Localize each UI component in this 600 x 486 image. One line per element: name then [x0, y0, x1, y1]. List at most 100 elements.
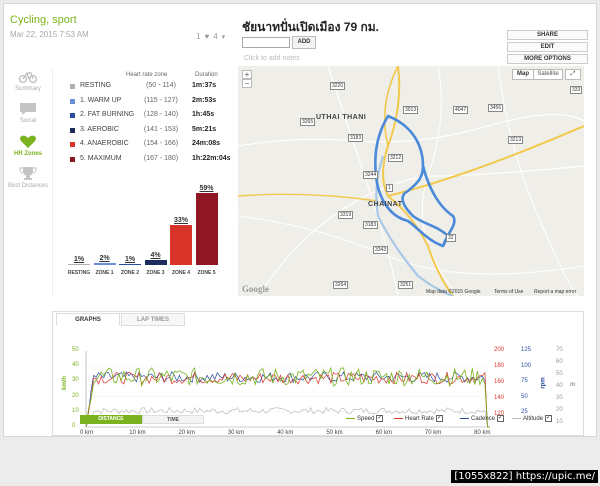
- zone-bar-label: ZONE 4: [171, 270, 191, 276]
- zone-range: (167 - 180): [143, 154, 179, 162]
- x-tick-label: 70 km: [424, 430, 442, 436]
- zone-range: (154 - 166): [143, 140, 179, 147]
- heart-rate-tick-label: 180: [494, 363, 505, 369]
- terms-link[interactable]: Terms of Use: [494, 289, 523, 295]
- zone-row: 2. FAT BURNING (128 - 140) 1h:45s: [70, 111, 222, 121]
- zone-bar: [170, 224, 192, 265]
- road-number-label: 3183: [363, 221, 379, 229]
- altitude-tick-label: 30: [556, 395, 563, 401]
- share-button[interactable]: SHARE: [507, 30, 588, 40]
- road-number-label: 3183: [348, 134, 364, 142]
- zone-range: (50 - 114): [146, 82, 176, 89]
- road-number-label: 3251: [398, 281, 414, 289]
- map-attribution: Map data ©2015 Google: [426, 289, 481, 295]
- zone-swatch: [70, 127, 75, 133]
- road-number-label: 3265: [300, 118, 316, 126]
- fullscreen-icon[interactable]: ⤢: [565, 69, 581, 80]
- legend-label: Speed: [357, 415, 375, 422]
- cadence-tick-label: 75: [521, 378, 528, 384]
- zone-bar: [68, 263, 90, 265]
- more-options-button[interactable]: MORE OPTIONS: [507, 54, 588, 64]
- zone-duration: 24m:08s: [192, 140, 221, 147]
- report-map-error-link[interactable]: Report a map error: [534, 289, 576, 295]
- legend-item[interactable]: Speed ✓: [346, 415, 384, 422]
- altitude-axis-title: m: [570, 382, 576, 388]
- edit-button[interactable]: EDIT: [507, 42, 588, 52]
- legend-swatch: [346, 418, 355, 419]
- zoom-out-button[interactable]: −: [242, 79, 252, 88]
- route-name-input[interactable]: [242, 37, 290, 48]
- zone-row: RESTING (50 - 114) 1m:37s: [70, 82, 222, 92]
- zone-bar: [119, 263, 141, 265]
- x-tick-label: 30 km: [227, 430, 245, 436]
- map-canvas: [238, 66, 584, 296]
- zone-name: 1. WARM UP: [80, 96, 122, 104]
- road-number-label: 3213: [508, 136, 524, 144]
- add-notes-link[interactable]: Click to add notes: [244, 55, 300, 62]
- speed-tick-label: 30: [72, 377, 79, 384]
- map-view-button[interactable]: Map: [512, 69, 534, 80]
- nav-social[interactable]: Social: [5, 102, 51, 125]
- nav-label: Social: [19, 118, 37, 124]
- speed-axis-title: km/h: [62, 375, 69, 391]
- zone-bar-label: RESTING: [67, 270, 91, 276]
- road-number-label: 3319: [338, 211, 354, 219]
- x-tick-label: 40 km: [277, 430, 294, 436]
- zone-duration: 5m:21s: [192, 125, 217, 133]
- legend-label: Cadence: [471, 415, 496, 422]
- heart-icon[interactable]: ♥: [204, 32, 209, 41]
- legend-item[interactable]: Cadence ✓: [460, 415, 505, 422]
- altitude-tick-label: 60: [556, 359, 563, 365]
- tab-lap-times[interactable]: LAP TIMES: [121, 313, 185, 326]
- legend-checkbox[interactable]: ✓: [376, 415, 384, 422]
- nav-hr-zones[interactable]: HR Zones: [5, 134, 51, 158]
- legend-item[interactable]: Altitude ✓: [512, 415, 553, 422]
- x-tick-label: 20 km: [178, 430, 195, 436]
- legend-checkbox[interactable]: ✓: [545, 415, 553, 422]
- activity-date: Mar 22, 2015 7:53 AM: [10, 30, 89, 39]
- zone-duration: 1m:37s: [192, 82, 217, 89]
- zone-bar: [195, 193, 218, 265]
- zone-row: 3. AEROBIC (141 - 153) 5m:21s: [70, 126, 222, 136]
- road-number-label: 3212: [388, 154, 404, 162]
- zone-swatch: [70, 142, 75, 147]
- altitude-tick-label: 70: [556, 347, 563, 353]
- comment-icon[interactable]: ▾: [222, 33, 226, 41]
- tab-graphs[interactable]: GRAPHS: [56, 313, 120, 326]
- zone-bar-percent: 4%: [150, 252, 161, 260]
- time-toggle[interactable]: TIME: [142, 415, 204, 424]
- altitude-tick-label: 40: [556, 383, 563, 389]
- zone-bar: [144, 260, 167, 265]
- add-button[interactable]: ADD: [292, 36, 316, 49]
- nav-label: Summary: [15, 86, 41, 92]
- zone-swatch: [70, 84, 75, 89]
- activity-stats: 1 ♥ 4 ▾: [196, 32, 225, 41]
- zone-bar-label: ZONE 2: [120, 270, 140, 276]
- nav-summary[interactable]: Summary: [5, 70, 51, 93]
- zone-bar-label: ZONE 1: [95, 270, 114, 276]
- altitude-tick-label: 50: [556, 371, 563, 377]
- bike-icon: [19, 72, 37, 84]
- distance-toggle[interactable]: DISTANCE: [80, 415, 142, 424]
- google-logo: Google: [242, 284, 269, 294]
- heart-rate-tick-label: 160: [494, 379, 505, 385]
- zone-bar-percent: 59%: [199, 185, 214, 192]
- activity-title[interactable]: Cycling, sport: [10, 14, 77, 26]
- route-map[interactable]: UTHAI THANI CHAINAT Map Satellite ⤢ + − …: [238, 66, 584, 296]
- speech-bubble-icon: [20, 103, 36, 115]
- legend-item[interactable]: Heart Rate ✓: [394, 415, 444, 422]
- x-tick-label: 60 km: [375, 430, 392, 436]
- road-number-label: 333: [570, 86, 583, 94]
- zone-duration: 2m:53s: [192, 96, 217, 104]
- nav-best-distances[interactable]: Best Distances: [5, 166, 51, 190]
- zone-bar-percent: 1%: [124, 255, 136, 263]
- satellite-view-button[interactable]: Satellite: [533, 69, 563, 80]
- x-tick-label: 10 km: [129, 430, 146, 436]
- heart-rate-tick-label: 200: [494, 347, 505, 353]
- divider: [52, 68, 53, 296]
- legend-checkbox[interactable]: ✓: [497, 415, 505, 422]
- zoom-in-button[interactable]: +: [242, 70, 252, 79]
- zone-bar-percent: 33%: [173, 216, 188, 224]
- legend-checkbox[interactable]: ✓: [436, 415, 444, 422]
- cadence-tick-label: 50: [521, 393, 528, 400]
